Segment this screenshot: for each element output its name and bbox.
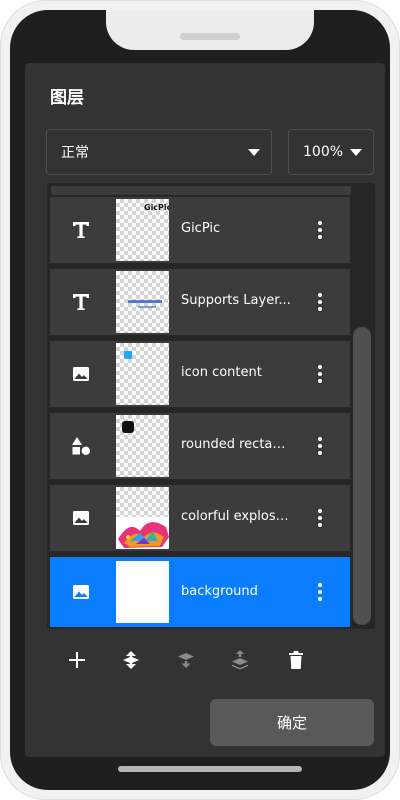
opacity-value: 100% [303,144,344,160]
layer-row-partial [51,186,351,195]
phone-notch [106,10,314,50]
layer-thumbnail [116,561,169,623]
dropdown-arrow-icon [350,149,362,156]
phone-speaker [180,33,240,40]
layer-thumbnail [116,271,169,333]
phone-screen: 图层 正常 100% GicPic GicPic Supports Layer.… [10,10,390,790]
layer-list-scrollbar[interactable] [353,327,371,625]
more-vert-icon[interactable] [312,435,328,457]
layer-row-icon-content[interactable]: icon content [50,341,350,407]
opacity-select[interactable]: 100% [288,129,374,175]
delete-icon[interactable] [282,646,310,674]
layer-name: GicPic [181,221,221,236]
layers-dialog: 图层 正常 100% GicPic GicPic Supports Layer.… [25,63,385,757]
layer-name: background [181,584,258,599]
more-vert-icon[interactable] [312,363,328,385]
layer-name: icon content [181,365,262,380]
more-vert-icon[interactable] [312,219,328,241]
text-icon [73,222,89,238]
image-icon [73,367,89,381]
phone-frame: 图层 正常 100% GicPic GicPic Supports Layer.… [0,0,400,800]
layer-row-supports-layer[interactable]: Supports Layer... [50,269,350,335]
home-indicator[interactable] [118,766,302,772]
shapes-icon [72,437,90,455]
layer-list[interactable]: GicPic GicPic Supports Layer... icon con… [47,183,375,629]
ok-button[interactable]: 确定 [210,699,374,746]
merge-down-icon[interactable] [172,646,200,674]
move-layer-icon[interactable] [117,646,145,674]
layer-row-rounded-rectangle[interactable]: rounded rectan... [50,413,350,479]
layer-name: Supports Layer... [181,293,291,308]
layer-name: rounded rectan... [181,437,291,452]
more-vert-icon[interactable] [312,581,328,603]
layer-row-colorful-explosion[interactable]: colorful explosi... [50,485,350,551]
more-vert-icon[interactable] [312,507,328,529]
blend-mode-value: 正常 [61,145,89,161]
more-vert-icon[interactable] [312,291,328,313]
dropdown-arrow-icon [248,149,260,156]
layer-row-gicpic[interactable]: GicPic GicPic [50,197,350,263]
image-icon [73,511,89,525]
layer-row-background[interactable]: background [50,557,350,627]
text-icon [73,294,89,310]
layer-name: colorful explosi... [181,509,291,524]
explosion-thumbnail-art [116,517,169,549]
image-icon [73,585,89,599]
layer-thumbnail: GicPic [116,199,169,261]
thumbnail-text: GicPic [144,203,169,212]
flatten-icon[interactable] [226,646,254,674]
layer-thumbnail [116,487,169,549]
layer-thumbnail [116,415,169,477]
layer-thumbnail [116,343,169,405]
add-icon[interactable] [63,646,91,674]
blend-mode-select[interactable]: 正常 [46,129,272,175]
dialog-title: 图层 [50,88,84,108]
